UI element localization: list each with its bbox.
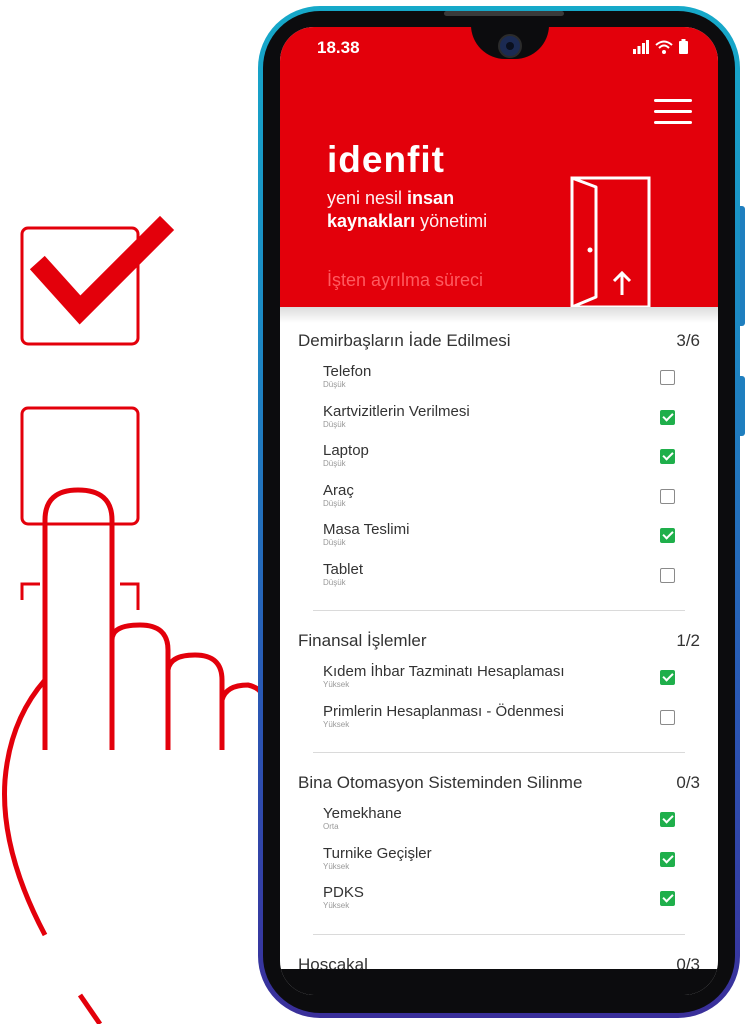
item-checkbox[interactable] bbox=[660, 709, 675, 725]
checklist: Demirbaşların İade Edilmesi 3/6 Telefon Düş… bbox=[280, 323, 718, 983]
hamburger-menu-icon[interactable] bbox=[654, 99, 692, 127]
section-count: 1/2 bbox=[676, 631, 700, 650]
checklist-section: Demirbaşların İade Edilmesi 3/6 Telefon Düş… bbox=[280, 323, 718, 611]
process-title: İşten ayrılma süreci bbox=[327, 270, 484, 290]
tagline-part-4: yönetimi bbox=[415, 211, 488, 231]
status-icons bbox=[633, 39, 688, 54]
item-checkbox[interactable] bbox=[660, 812, 675, 827]
app-logo: idenfit bbox=[327, 139, 445, 180]
item-title: Araç bbox=[323, 481, 354, 499]
tagline-part-2: insan bbox=[407, 188, 455, 208]
item-priority: Düşük bbox=[323, 459, 346, 468]
item-checkbox[interactable] bbox=[660, 567, 675, 583]
item-title: Laptop bbox=[323, 442, 369, 459]
item-title: Yemekhane bbox=[323, 805, 402, 822]
item-priority: Düşük bbox=[323, 538, 346, 547]
item-title: Primlerin Hesaplanması - Ödenmesi bbox=[323, 702, 564, 720]
checklist-item: Primlerin Hesaplanması - Ödenmesi Yüksek bbox=[280, 699, 718, 739]
item-checkbox[interactable] bbox=[660, 449, 675, 464]
item-checkbox[interactable] bbox=[660, 409, 675, 425]
checklist-item: PDKS Yüksek bbox=[280, 880, 718, 920]
item-checkbox[interactable] bbox=[660, 370, 675, 385]
checklist-section: Bina Otomasyon Sisteminden Silinme 0/3 Yem… bbox=[280, 765, 718, 935]
item-title: Kartvizitlerin Verilmesi bbox=[323, 402, 470, 420]
item-title: Kıdem İhbar Tazminatı Hesaplaması bbox=[323, 663, 565, 680]
checklist-hand-illustration bbox=[2, 215, 268, 1024]
item-checkbox[interactable] bbox=[660, 488, 675, 504]
checklist-item: Laptop Düşük bbox=[280, 438, 718, 478]
checklist-item: Kartvizitlerin Verilmesi Düşük bbox=[280, 399, 718, 439]
item-priority: Yüksek bbox=[323, 861, 350, 871]
item-title: Turnike Geçişler bbox=[323, 844, 432, 862]
item-priority: Düşük bbox=[323, 577, 346, 587]
section-header[interactable]: Finansal İşlemler 1/2 bbox=[280, 623, 718, 659]
item-priority: Yüksek bbox=[323, 901, 350, 910]
checklist-section: Finansal İşlemler 1/2 Kıdem İhbar Tazminat… bbox=[280, 623, 718, 753]
item-title: PDKS bbox=[323, 884, 364, 901]
tagline-part-1: yeni nesil bbox=[327, 188, 408, 208]
phone-screen: 18.38 idenfit yeni nesil insan kaynaklar… bbox=[280, 27, 718, 995]
item-priority: Düşük bbox=[323, 498, 346, 508]
exit-door-icon bbox=[570, 176, 651, 307]
section-title: Bina Otomasyon Sisteminden Silinme bbox=[298, 773, 583, 792]
item-title: Telefon bbox=[323, 363, 372, 380]
checklist-item: Masa Teslimi Düşük bbox=[280, 517, 718, 557]
tagline-part-3: kaynakları bbox=[327, 211, 416, 231]
app-tagline: yeni nesil insan kaynakları yönetimi bbox=[327, 187, 557, 233]
checklist-item: Yemekhane Orta bbox=[280, 801, 718, 841]
section-divider bbox=[313, 933, 685, 935]
wifi-icon bbox=[655, 40, 673, 54]
section-header[interactable]: Bina Otomasyon Sisteminden Silinme 0/3 bbox=[280, 765, 718, 801]
battery-icon bbox=[679, 39, 688, 54]
volume-button bbox=[740, 206, 745, 326]
item-priority: Yüksek bbox=[323, 719, 350, 729]
phone-bottom-bezel bbox=[280, 969, 718, 995]
item-checkbox[interactable] bbox=[660, 891, 675, 906]
section-count: 3/6 bbox=[676, 331, 700, 350]
checklist-item: Araç Düşük bbox=[280, 478, 718, 518]
item-title: Masa Teslimi bbox=[323, 521, 410, 538]
section-divider bbox=[313, 752, 685, 753]
section-title: Finansal İşlemler bbox=[298, 631, 427, 650]
item-priority: Orta bbox=[323, 822, 339, 831]
item-checkbox[interactable] bbox=[660, 670, 675, 685]
earpiece-speaker bbox=[444, 11, 564, 16]
section-header[interactable]: Demirbaşların İade Edilmesi 3/6 bbox=[280, 323, 718, 359]
item-checkbox[interactable] bbox=[660, 851, 675, 867]
app-header: 18.38 idenfit yeni nesil insan kaynaklar… bbox=[280, 27, 718, 307]
checklist-item: Turnike Geçişler Yüksek bbox=[280, 841, 718, 881]
section-divider bbox=[313, 610, 685, 611]
item-priority: Yüksek bbox=[323, 680, 350, 689]
checklist-item: Tablet Düşük bbox=[280, 557, 718, 597]
checklist-item: Kıdem İhbar Tazminatı Hesaplaması Yüksek bbox=[280, 659, 718, 699]
checklist-item: Telefon Düşük bbox=[280, 359, 718, 399]
power-button bbox=[740, 376, 745, 436]
section-count: 0/3 bbox=[676, 773, 700, 792]
item-title: Tablet bbox=[323, 560, 364, 578]
front-camera-icon bbox=[498, 34, 522, 58]
header-shadow bbox=[280, 307, 718, 323]
status-time: 18.38 bbox=[317, 38, 360, 57]
signal-icon bbox=[633, 39, 649, 54]
item-priority: Düşük bbox=[323, 419, 346, 429]
section-title: Demirbaşların İade Edilmesi bbox=[298, 331, 511, 350]
item-checkbox[interactable] bbox=[660, 528, 675, 543]
item-priority: Düşük bbox=[323, 380, 346, 389]
